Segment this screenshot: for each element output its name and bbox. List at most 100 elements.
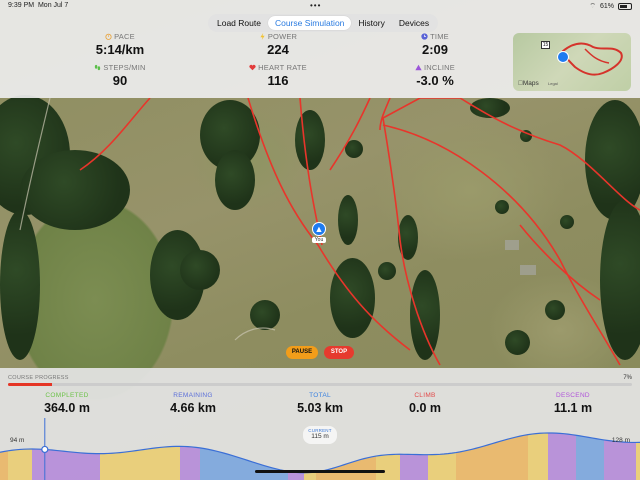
elevation-band <box>92 453 96 480</box>
elevation-band <box>244 459 248 480</box>
elevation-band <box>268 466 272 480</box>
pause-button[interactable]: PAUSE <box>286 346 318 359</box>
elevation-band <box>512 437 516 480</box>
power-value: 224 <box>267 42 289 57</box>
elevation-band <box>224 453 228 480</box>
elevation-band <box>32 449 36 480</box>
position-marker[interactable] <box>41 445 49 454</box>
power-stat: POWER 224 <box>223 32 333 57</box>
heart-rate-value: 116 <box>267 73 289 88</box>
elevation-band <box>96 453 100 480</box>
elevation-band <box>564 433 568 480</box>
elevation-band <box>184 446 188 480</box>
elevation-band <box>636 442 640 480</box>
elevation-band <box>524 434 528 480</box>
elevation-band <box>500 440 504 480</box>
elevation-end: 128 m <box>611 437 630 444</box>
elevation-band <box>412 454 416 480</box>
descend-stat: DESCEND 11.1 m <box>553 392 593 415</box>
home-indicator[interactable] <box>255 470 385 473</box>
elevation-band <box>600 439 604 480</box>
time-stat: TIME 2:09 <box>380 32 490 57</box>
tab-load-route[interactable]: Load Route <box>210 16 268 30</box>
elevation-band <box>556 433 560 480</box>
incline-stat: INCLINE -3.0 % <box>380 63 490 88</box>
elevation-band <box>484 444 488 480</box>
elevation-band <box>28 449 32 480</box>
maps-brand: Maps <box>518 80 539 87</box>
elevation-band <box>88 453 92 480</box>
elevation-band <box>444 453 448 480</box>
elevation-band <box>152 447 156 480</box>
elevation-band <box>136 450 140 480</box>
elevation-band <box>368 456 372 480</box>
elevation-start: 94 m <box>10 437 25 444</box>
multitask-dots-icon[interactable]: ••• <box>310 1 321 10</box>
elevation-band <box>376 455 380 480</box>
maps-legal-link[interactable]: Legal <box>548 81 558 86</box>
battery-percent: 61% <box>599 3 614 10</box>
heart-rate-stat: HEART RATE 116 <box>223 63 333 88</box>
elevation-band <box>228 454 232 480</box>
elevation-band <box>516 436 520 480</box>
incline-value: -3.0 % <box>416 73 454 88</box>
elevation-band <box>416 454 420 480</box>
tab-devices[interactable]: Devices <box>392 16 436 30</box>
elevation-band <box>156 447 160 480</box>
elevation-band <box>372 456 376 480</box>
elevation-band <box>124 451 128 480</box>
elevation-band <box>204 448 208 480</box>
elevation-band <box>424 454 428 480</box>
elevation-band <box>436 454 440 480</box>
elevation-band <box>56 450 60 480</box>
elevation-band <box>452 452 456 480</box>
status-bar: 9:39 PM Mon Jul 7 ••• ⌔ 61% <box>0 0 640 12</box>
elevation-band <box>428 454 432 480</box>
elevation-band <box>144 448 148 480</box>
elevation-band <box>172 446 176 480</box>
elevation-band <box>440 454 444 480</box>
elevation-band <box>576 435 580 480</box>
elevation-band <box>208 449 212 480</box>
elevation-band <box>420 454 424 480</box>
elevation-band <box>592 437 596 480</box>
elevation-band <box>492 442 496 480</box>
elevation-band <box>548 432 552 480</box>
elevation-band <box>220 452 224 480</box>
tab-course-simulation[interactable]: Course Simulation <box>267 16 352 30</box>
elevation-band <box>36 449 40 480</box>
elevation-band <box>380 455 384 480</box>
elevation-band <box>544 432 548 480</box>
mini-map[interactable]: 15 Maps Legal <box>513 33 631 91</box>
elevation-band <box>616 441 620 480</box>
tab-history[interactable]: History <box>351 16 391 30</box>
elevation-band <box>128 451 132 480</box>
elevation-band <box>84 453 88 480</box>
elevation-band <box>488 443 492 480</box>
elevation-band <box>64 451 68 480</box>
segmented-tabs: Load Route Course Simulation History Dev… <box>208 14 439 32</box>
elevation-band <box>392 454 396 480</box>
elevation-band <box>528 434 532 480</box>
progress-fill <box>8 383 52 386</box>
elevation-band <box>388 454 392 480</box>
elevation-band <box>520 435 524 480</box>
elevation-band <box>292 471 296 480</box>
steps-stat: STEPS/MIN 90 <box>65 63 175 88</box>
elevation-band <box>76 452 80 480</box>
elevation-band <box>364 457 368 480</box>
elevation-band <box>632 442 636 480</box>
elevation-band <box>160 447 164 480</box>
elevation-band <box>588 437 592 480</box>
time-value: 2:09 <box>421 42 449 57</box>
elevation-band <box>536 433 540 480</box>
elevation-band <box>80 452 84 480</box>
elevation-band <box>216 451 220 480</box>
stopwatch-icon <box>105 33 112 40</box>
elevation-band <box>336 466 340 480</box>
elevation-band <box>248 460 252 480</box>
elevation-band <box>532 433 536 480</box>
elevation-band <box>296 472 300 480</box>
stop-button[interactable]: STOP <box>324 346 354 359</box>
elevation-band <box>240 457 244 480</box>
